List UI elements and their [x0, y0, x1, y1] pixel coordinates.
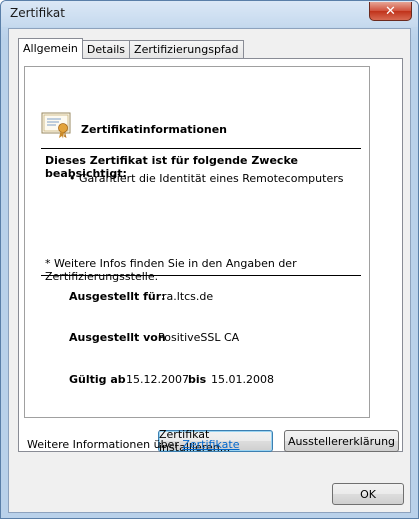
certificates-link[interactable]: Zertifikate	[182, 438, 239, 451]
issued-to-value: ra.ltcs.de	[162, 290, 214, 303]
issuer-statement-button[interactable]: Ausstellererklärung	[284, 430, 399, 452]
tab-panel-allgemein: Zertifikatinformationen Dieses Zertifika…	[18, 58, 403, 454]
issued-by-value: PositiveSSL CA	[158, 331, 240, 344]
certificate-info-box: Zertifikatinformationen Dieses Zertifika…	[24, 66, 370, 418]
purpose-item: • Garantiert die Identität eines Remotec…	[69, 172, 344, 185]
certificate-icon	[41, 112, 71, 139]
close-icon: ✕	[385, 3, 396, 19]
tab-strip: Allgemein Details Zertifizierungspfad	[18, 38, 244, 59]
issued-by-label: Ausgestellt von	[69, 331, 166, 344]
certificate-heading: Zertifikatinformationen	[81, 123, 228, 136]
valid-from-label: Gültig ab	[69, 373, 126, 386]
window-title: Zertifikat	[10, 6, 65, 20]
close-button[interactable]: ✕	[369, 2, 412, 21]
ok-button[interactable]: OK	[332, 483, 404, 505]
footnote-separator	[41, 275, 361, 276]
more-info-text: Weitere Informationen über Zertifikate	[27, 438, 239, 451]
tab-allgemein[interactable]: Allgemein	[18, 38, 83, 59]
valid-to-label: bis	[188, 373, 207, 386]
dialog-client-area: Allgemein Details Zertifizierungspfad Ze…	[8, 28, 411, 513]
title-bar[interactable]: Zertifikat ✕	[1, 1, 418, 27]
heading-separator	[41, 148, 361, 149]
tab-details[interactable]: Details	[81, 40, 131, 59]
valid-from-value: 15.12.2007	[126, 373, 189, 386]
certificate-dialog: Zertifikat ✕ Allgemein Details Zertifizi…	[0, 0, 419, 519]
more-info-label: Weitere Informationen über	[27, 438, 183, 451]
issued-to-label: Ausgestellt für:	[69, 290, 166, 303]
issuer-footnote: * Weitere Infos finden Sie in den Angabe…	[45, 257, 297, 283]
valid-to-value: 15.01.2008	[211, 373, 274, 386]
tab-zertifizierungspfad[interactable]: Zertifizierungspfad	[129, 40, 244, 59]
